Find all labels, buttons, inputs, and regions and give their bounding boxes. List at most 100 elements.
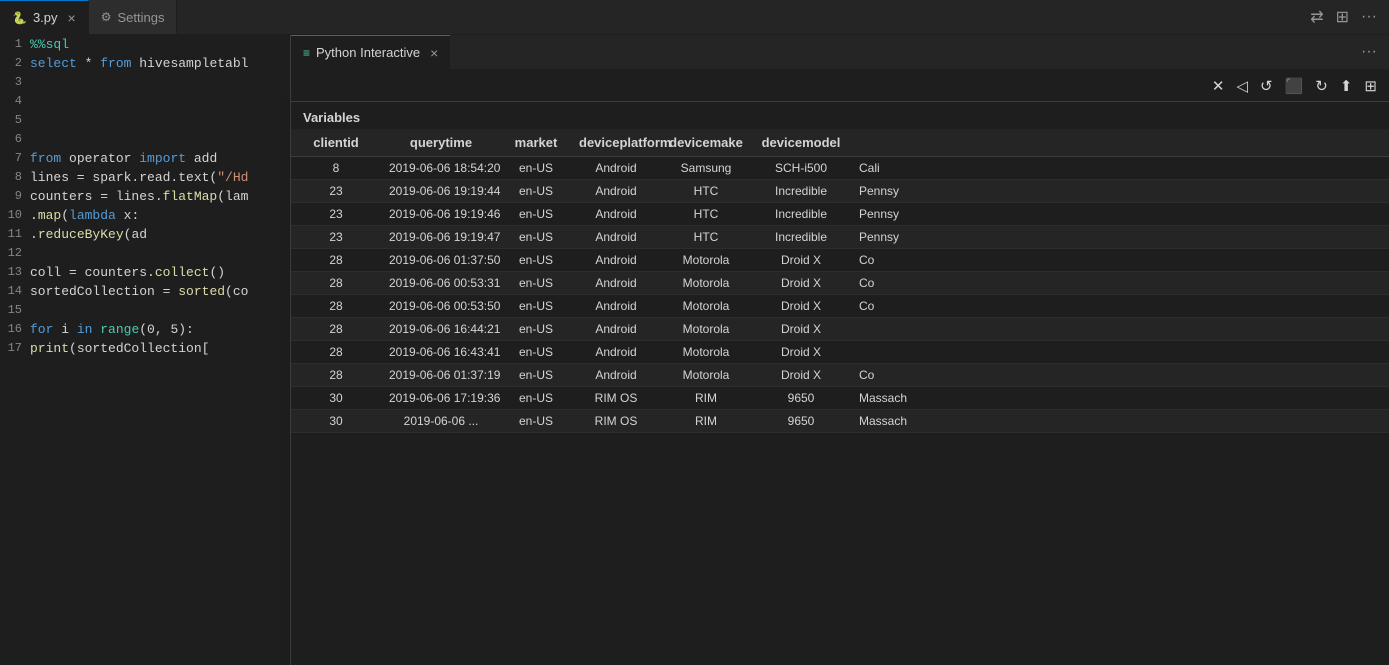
grid-toolbar-btn[interactable]: ⊞: [1360, 75, 1381, 97]
table-cell: Android: [571, 226, 661, 248]
table-cell: RIM: [661, 387, 751, 409]
col-header-deviceplatform: deviceplatform: [571, 133, 661, 152]
tab-settings[interactable]: ⚙ Settings: [89, 0, 178, 34]
interactive-toolbar: ✕ ◁ ↺ ⬛ ↻ ⬆ ⊞: [291, 70, 1389, 102]
table-cell: 2019-06-06 00:53:50: [381, 295, 501, 317]
stop-toolbar-btn[interactable]: ⬛: [1281, 75, 1308, 97]
table-cell: 28: [291, 318, 381, 340]
table-cell: Incredible: [751, 203, 851, 225]
col-header-devicemake: devicemake: [661, 133, 751, 152]
table-cell: Android: [571, 180, 661, 202]
table-cell: en-US: [501, 180, 571, 202]
table-cell: Motorola: [661, 272, 751, 294]
col-header-market: market: [501, 133, 571, 152]
split-editor-icon[interactable]: ⇄: [1306, 5, 1327, 29]
table-cell: Droid X: [751, 272, 851, 294]
interactive-tab-bar: ≡ Python Interactive × ···: [291, 35, 1389, 70]
editor-tab-close[interactable]: ×: [68, 10, 76, 26]
col-header-devicemodel: devicemodel: [751, 133, 851, 152]
table-row: 302019-06-06 ...en-USRIM OSRIM9650Massac…: [291, 410, 1389, 433]
table-cell: 23: [291, 180, 381, 202]
table-cell: Co: [851, 272, 1389, 294]
table-cell: Motorola: [661, 364, 751, 386]
redo-toolbar-btn[interactable]: ↻: [1311, 75, 1332, 97]
undo-toolbar-btn[interactable]: ↺: [1256, 75, 1277, 97]
interactive-tab-actions: ···: [1349, 35, 1389, 69]
table-row: 282019-06-06 00:53:50en-USAndroidMotorol…: [291, 295, 1389, 318]
table-cell: [851, 341, 1389, 363]
table-cell: en-US: [501, 226, 571, 248]
table-cell: Android: [571, 203, 661, 225]
table-cell: en-US: [501, 249, 571, 271]
context-menu-overlay: Go to Definition F12 Peek Definition Alt…: [0, 35, 290, 665]
back-toolbar-btn[interactable]: ◁: [1232, 75, 1252, 97]
table-cell: en-US: [501, 203, 571, 225]
settings-tab-label: Settings: [117, 10, 164, 25]
table-cell: en-US: [501, 318, 571, 340]
python-file-icon: 🐍: [12, 11, 27, 25]
table-cell: 28: [291, 272, 381, 294]
col-header-querytime: querytime: [381, 133, 501, 152]
table-row: 82019-06-06 18:54:20en-USAndroidSamsungS…: [291, 157, 1389, 180]
table-cell: 9650: [751, 387, 851, 409]
table-cell: HTC: [661, 203, 751, 225]
interactive-tab-close[interactable]: ×: [430, 45, 438, 61]
table-cell: 28: [291, 364, 381, 386]
col-header-clientid: clientid: [291, 133, 381, 152]
table-cell: 2019-06-06 01:37:50: [381, 249, 501, 271]
table-row: 232019-06-06 19:19:44en-USAndroidHTCIncr…: [291, 180, 1389, 203]
variables-label: Variables: [303, 110, 360, 125]
table-cell: en-US: [501, 410, 571, 432]
table-cell: Massach: [851, 410, 1389, 432]
table-cell: Droid X: [751, 341, 851, 363]
table-body: 82019-06-06 18:54:20en-USAndroidSamsungS…: [291, 157, 1389, 433]
table-cell: 28: [291, 249, 381, 271]
export-toolbar-btn[interactable]: ⬆: [1336, 75, 1357, 97]
table-cell: Motorola: [661, 341, 751, 363]
table-cell: 9650: [751, 410, 851, 432]
table-cell: Pennsy: [851, 226, 1389, 248]
tab-python-interactive[interactable]: ≡ Python Interactive ×: [291, 35, 450, 69]
tab-bar: 🐍 3.py × ⚙ Settings ⇄ ⊞ ···: [0, 0, 1389, 35]
table-cell: 8: [291, 157, 381, 179]
main-area: 1 %%sql 2 select * from hivesampletabl 3…: [0, 35, 1389, 665]
table-cell: Android: [571, 272, 661, 294]
tab-editor[interactable]: 🐍 3.py ×: [0, 0, 89, 34]
more-actions-icon[interactable]: ···: [1357, 6, 1381, 28]
table-row: 232019-06-06 19:19:46en-USAndroidHTCIncr…: [291, 203, 1389, 226]
table-cell: Incredible: [751, 226, 851, 248]
table-cell: HTC: [661, 226, 751, 248]
table-cell: Motorola: [661, 249, 751, 271]
table-cell: 2019-06-06 00:53:31: [381, 272, 501, 294]
layout-icon[interactable]: ⊞: [1332, 5, 1353, 29]
table-row: 282019-06-06 16:44:21en-USAndroidMotorol…: [291, 318, 1389, 341]
table-cell: 2019-06-06 ...: [381, 410, 501, 432]
editor-tab-actions: ⇄ ⊞ ···: [1298, 0, 1389, 34]
table-cell: Android: [571, 157, 661, 179]
table-cell: RIM: [661, 410, 751, 432]
interactive-more-icon[interactable]: ···: [1357, 41, 1381, 63]
table-row: 282019-06-06 01:37:19en-USAndroidMotorol…: [291, 364, 1389, 387]
table-cell: 30: [291, 410, 381, 432]
table-cell: Droid X: [751, 364, 851, 386]
table-cell: 30: [291, 387, 381, 409]
table-cell: Co: [851, 295, 1389, 317]
table-cell: 2019-06-06 16:43:41: [381, 341, 501, 363]
table-cell: 28: [291, 295, 381, 317]
table-row: 282019-06-06 01:37:50en-USAndroidMotorol…: [291, 249, 1389, 272]
interactive-tab-label: Python Interactive: [316, 45, 420, 60]
table-cell: Pennsy: [851, 180, 1389, 202]
variables-section: Variables: [291, 102, 1389, 129]
table-cell: Co: [851, 249, 1389, 271]
table-cell: Samsung: [661, 157, 751, 179]
table-cell: RIM OS: [571, 410, 661, 432]
table-cell: en-US: [501, 295, 571, 317]
table-cell: 23: [291, 226, 381, 248]
settings-icon: ⚙: [101, 10, 112, 24]
close-toolbar-btn[interactable]: ✕: [1208, 75, 1229, 97]
table-cell: 28: [291, 341, 381, 363]
table-cell: Android: [571, 318, 661, 340]
table-cell: 2019-06-06 01:37:19: [381, 364, 501, 386]
table-cell: RIM OS: [571, 387, 661, 409]
table-cell: [851, 318, 1389, 340]
